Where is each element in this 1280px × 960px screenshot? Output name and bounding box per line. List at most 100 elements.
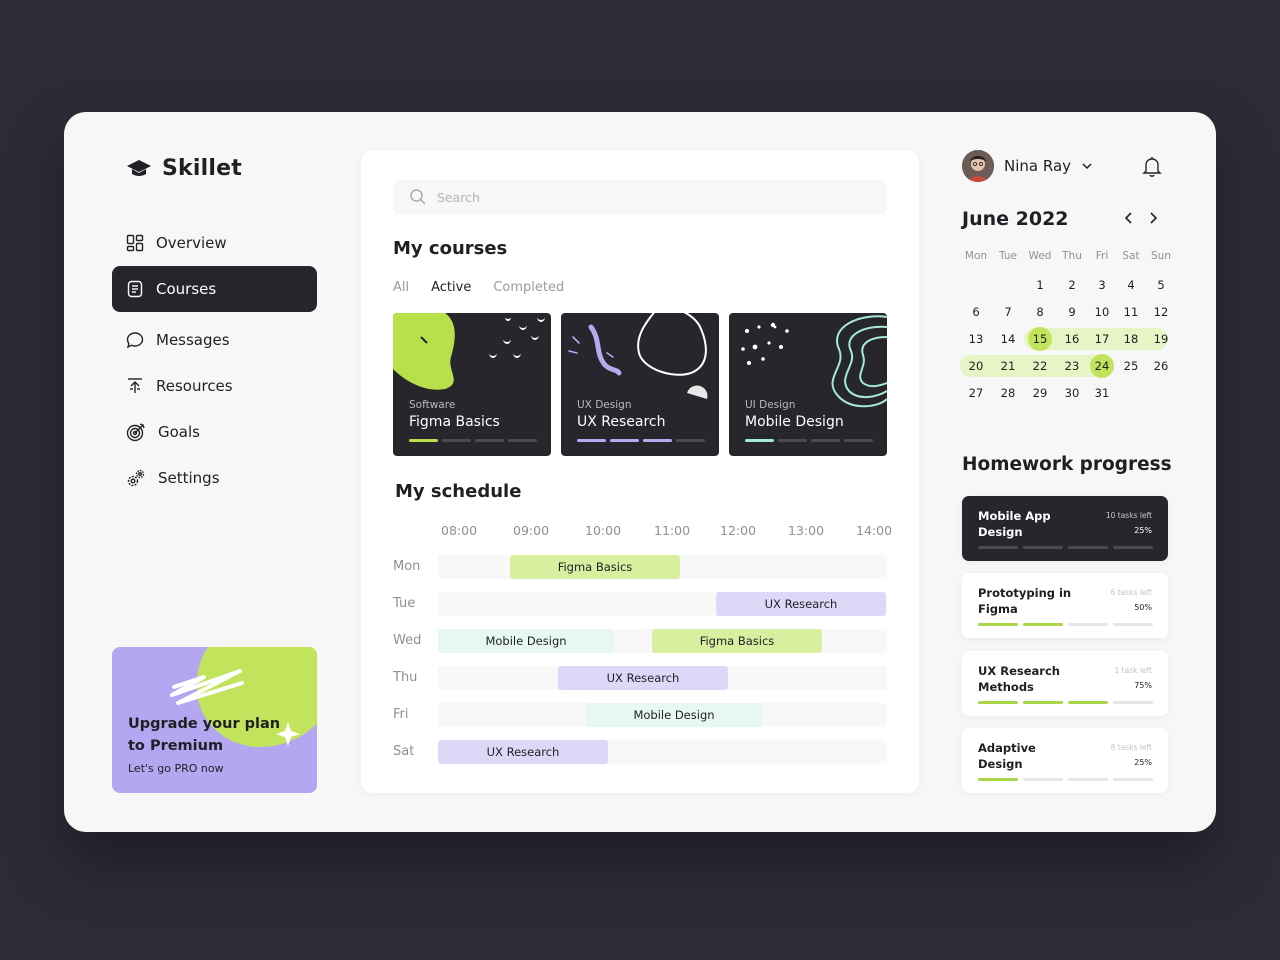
- calendar-day[interactable]: 15: [1024, 327, 1056, 351]
- schedule-event[interactable]: Mobile Design: [586, 703, 762, 727]
- homework-name: Prototyping in Figma: [978, 586, 1072, 616]
- calendar-day[interactable]: 25: [1116, 355, 1146, 377]
- calendar-day[interactable]: 1: [1024, 274, 1056, 296]
- tab-completed[interactable]: Completed: [493, 280, 564, 295]
- weekday-label: Tue: [999, 250, 1017, 262]
- calendar-day[interactable]: 4: [1116, 274, 1146, 296]
- schedule-day-label: Fri: [393, 707, 409, 722]
- course-category: UI Design: [745, 399, 796, 411]
- calendar-day[interactable]: 21: [992, 355, 1024, 377]
- chevron-right-icon[interactable]: [1146, 211, 1160, 225]
- course-card-figma-basics[interactable]: Software Figma Basics: [393, 313, 551, 456]
- progress-segment: [811, 439, 840, 442]
- calendar-day[interactable]: 22: [1024, 355, 1056, 377]
- upgrade-promo-card[interactable]: Upgrade your plan to Premium Let's go PR…: [112, 647, 317, 793]
- calendar-day[interactable]: 7: [992, 301, 1024, 323]
- brand-logo[interactable]: Skillet: [126, 156, 242, 181]
- time-label: 13:00: [788, 523, 825, 538]
- weekday-label: Mon: [964, 250, 988, 262]
- search-input[interactable]: [437, 189, 857, 205]
- sidebar-item-resources[interactable]: Resources: [112, 363, 317, 409]
- course-card-mobile-design[interactable]: UI Design Mobile Design: [729, 313, 887, 456]
- schedule-event[interactable]: Figma Basics: [510, 555, 680, 579]
- schedule-event[interactable]: UX Research: [558, 666, 728, 690]
- schedule-time-axis: 08:00 09:00 10:00 11:00 12:00 13:00 14:0…: [439, 523, 892, 541]
- calendar-day[interactable]: 28: [992, 382, 1024, 404]
- sidebar-item-courses[interactable]: Courses: [112, 266, 317, 312]
- time-label: 11:00: [654, 523, 691, 538]
- progress-segment: [844, 439, 873, 442]
- calendar-day[interactable]: 3: [1088, 274, 1116, 296]
- schedule-row-fri: Mobile Design: [438, 703, 887, 727]
- chevron-left-icon[interactable]: [1122, 211, 1136, 225]
- calendar-day[interactable]: 13: [960, 328, 992, 350]
- schedule-event[interactable]: UX Research: [438, 740, 608, 764]
- calendar-day[interactable]: 19: [1146, 328, 1176, 350]
- progress-segment: [1023, 778, 1063, 781]
- schedule-event[interactable]: Figma Basics: [652, 629, 822, 653]
- calendar-day[interactable]: 27: [960, 382, 992, 404]
- purple-wave-illustration: [568, 313, 708, 399]
- calendar-day[interactable]: 29: [1024, 382, 1056, 404]
- homework-percent: 25%: [1134, 758, 1152, 767]
- sidebar-item-overview[interactable]: Overview: [112, 220, 317, 266]
- homework-card[interactable]: Mobile App Design 10 tasks left 25%: [962, 496, 1168, 561]
- course-title: Mobile Design: [745, 414, 844, 430]
- calendar-day[interactable]: 14: [992, 328, 1024, 350]
- time-label: 08:00: [441, 523, 478, 538]
- calendar-day[interactable]: 24: [1088, 354, 1116, 378]
- course-title: Figma Basics: [409, 414, 500, 430]
- homework-progress: [978, 546, 1153, 549]
- sidebar-item-goals[interactable]: Goals: [112, 409, 317, 455]
- schedule-row-thu: UX Research: [438, 666, 887, 690]
- homework-card[interactable]: Adaptive Design 8 tasks left 25%: [962, 728, 1168, 793]
- schedule-day-label: Tue: [393, 596, 416, 611]
- calendar-day[interactable]: 2: [1056, 274, 1088, 296]
- course-progress: [409, 439, 537, 442]
- calendar-day[interactable]: 11: [1116, 301, 1146, 323]
- sidebar-item-messages[interactable]: Messages: [112, 317, 317, 363]
- calendar-day[interactable]: 10: [1088, 301, 1116, 323]
- calendar-day[interactable]: 18: [1116, 328, 1146, 350]
- calendar-day[interactable]: 30: [1056, 382, 1088, 404]
- weekday-label: Wed: [1028, 250, 1052, 262]
- tab-active[interactable]: Active: [431, 280, 471, 295]
- calendar-day[interactable]: 9: [1056, 301, 1088, 323]
- calendar-day[interactable]: 23: [1056, 355, 1088, 377]
- calendar-day[interactable]: 31: [1088, 382, 1116, 404]
- homework-percent: 75%: [1134, 681, 1152, 690]
- homework-percent: 25%: [1134, 526, 1152, 535]
- calendar-day[interactable]: 5: [1146, 274, 1176, 296]
- search-bar[interactable]: [393, 180, 887, 214]
- schedule-row-wed: Mobile Design Figma Basics: [438, 629, 887, 653]
- calendar-day[interactable]: 16: [1056, 328, 1088, 350]
- sidebar-item-settings[interactable]: Settings: [112, 455, 317, 501]
- course-card-ux-research[interactable]: UX Design UX Research: [561, 313, 719, 456]
- search-icon: [410, 189, 426, 205]
- calendar-day[interactable]: 8: [1024, 301, 1056, 323]
- schedule-event[interactable]: Mobile Design: [438, 629, 614, 653]
- course-tabs: All Active Completed: [393, 280, 564, 295]
- tab-all[interactable]: All: [393, 280, 409, 295]
- calendar-day[interactable]: 12: [1146, 301, 1176, 323]
- target-icon: [126, 423, 145, 442]
- user-menu[interactable]: Nina Ray: [962, 150, 1093, 182]
- progress-segment: [1023, 546, 1063, 549]
- calendar-day[interactable]: 20: [960, 355, 992, 377]
- calendar-day[interactable]: 6: [960, 301, 992, 323]
- progress-segment: [778, 439, 807, 442]
- homework-card[interactable]: UX Research Methods 1 task left 75%: [962, 651, 1168, 716]
- notifications-button[interactable]: [1142, 156, 1162, 182]
- homework-tasks-left: 1 task left: [1114, 666, 1152, 675]
- main-panel: My courses All Active Completed: [361, 150, 919, 793]
- calendar-day[interactable]: 17: [1088, 328, 1116, 350]
- progress-segment: [1113, 623, 1153, 626]
- homework-card[interactable]: Prototyping in Figma 6 tasks left 50%: [962, 573, 1168, 638]
- progress-segment: [1113, 546, 1153, 549]
- schedule-event[interactable]: UX Research: [716, 592, 886, 616]
- progress-segment: [508, 439, 537, 442]
- calendar-weekdays: Mon Tue Wed Thu Fri Sat Sun: [960, 250, 1171, 262]
- progress-segment: [978, 623, 1018, 626]
- schedule-day-label: Sat: [393, 744, 415, 759]
- calendar-day[interactable]: 26: [1146, 355, 1176, 377]
